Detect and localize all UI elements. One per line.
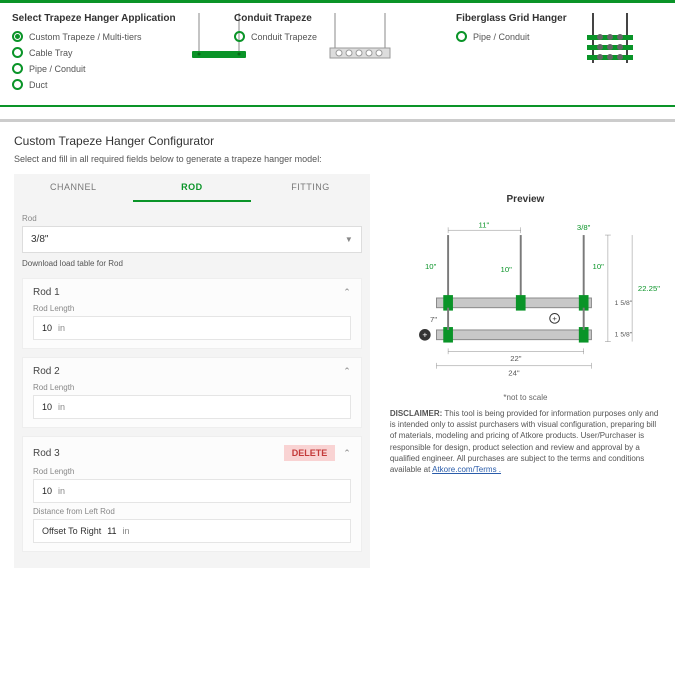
- rod-1-title: Rod 1: [33, 287, 60, 298]
- configurator-title: Custom Trapeze Hanger Configurator: [14, 134, 661, 148]
- rod-2-len-label: Rod Length: [33, 383, 351, 392]
- tab-channel[interactable]: CHANNEL: [14, 174, 133, 202]
- rod-3-title: Rod 3: [33, 448, 60, 459]
- chevron-up-icon[interactable]: ⌃: [343, 366, 351, 377]
- svg-text:22": 22": [510, 354, 522, 363]
- configurator-subtitle: Select and fill in all required fields b…: [14, 154, 661, 164]
- radio-icon: [12, 63, 23, 74]
- rod-2-title: Rod 2: [33, 366, 60, 377]
- radio-pipe-conduit[interactable]: Pipe / Conduit: [12, 63, 176, 74]
- dim-11: 11": [478, 220, 489, 229]
- rod-panel: Rod 3/8" ▼ Download load table for Rod R…: [14, 202, 370, 568]
- right-panel: Preview +: [390, 174, 661, 568]
- svg-text:1 5/8": 1 5/8": [615, 332, 633, 339]
- radio-icon: [12, 79, 23, 90]
- preview-title: Preview: [390, 194, 661, 205]
- preview-diagram: + + 11" 3/8" 10" 10" 10" 7" 1 5/8" 1 5/8…: [390, 213, 661, 383]
- rod-3-dist-label: Distance from Left Rod: [33, 507, 351, 516]
- rod-1-section: Rod 1 ⌃ Rod Length 10in: [22, 278, 362, 349]
- svg-text:24": 24": [508, 368, 520, 377]
- svg-text:22.25": 22.25": [638, 284, 660, 293]
- tab-fitting[interactable]: FITTING: [251, 174, 370, 202]
- radio-duct[interactable]: Duct: [12, 79, 176, 90]
- fiberglass-title: Fiberglass Grid Hanger: [456, 13, 567, 25]
- radio-icon: [234, 31, 245, 42]
- svg-text:+: +: [422, 330, 427, 340]
- rod-select-label: Rod: [22, 214, 362, 223]
- radio-conduit-trapeze[interactable]: Conduit Trapeze: [234, 31, 317, 42]
- radio-fiberglass-pipe[interactable]: Pipe / Conduit: [456, 31, 567, 42]
- fiberglass-column: Fiberglass Grid Hanger Pipe / Conduit: [456, 13, 663, 95]
- dim-38: 3/8": [577, 223, 591, 232]
- rod-select[interactable]: 3/8" ▼: [22, 226, 362, 253]
- disclaimer-text: DISCLAIMER: This tool is being provided …: [390, 408, 661, 475]
- radio-icon: [12, 47, 23, 58]
- rod-select-value: 3/8": [31, 234, 48, 245]
- chevron-up-icon[interactable]: ⌃: [343, 287, 351, 298]
- conduit-illustration: [325, 13, 395, 68]
- svg-text:10": 10": [425, 262, 437, 271]
- download-load-table-link[interactable]: Download load table for Rod: [22, 259, 362, 268]
- trapeze-app-column: Select Trapeze Hanger Application Custom…: [12, 13, 219, 95]
- rod-1-length-input[interactable]: 10in: [33, 316, 351, 340]
- svg-text:+: +: [552, 314, 557, 323]
- chevron-up-icon[interactable]: ⌃: [343, 448, 351, 459]
- rod-3-len-label: Rod Length: [33, 467, 351, 476]
- rod-1-len-label: Rod Length: [33, 304, 351, 313]
- rod-3-offset-input[interactable]: Offset To Right11in: [33, 519, 351, 543]
- rod-2-length-input[interactable]: 10in: [33, 395, 351, 419]
- config-tabs: CHANNEL ROD FITTING: [14, 174, 370, 202]
- main-area: Custom Trapeze Hanger Configurator Selec…: [0, 122, 675, 580]
- svg-text:10": 10": [500, 265, 512, 274]
- radio-icon: [12, 31, 23, 42]
- top-selector-bar: Select Trapeze Hanger Application Custom…: [0, 0, 675, 107]
- rod-3-section: Rod 3 DELETE ⌃ Rod Length 10in Distance f…: [22, 436, 362, 552]
- chevron-down-icon: ▼: [345, 235, 353, 244]
- trapeze-app-title: Select Trapeze Hanger Application: [12, 13, 176, 25]
- rod-2-section: Rod 2 ⌃ Rod Length 10in: [22, 357, 362, 428]
- conduit-trapeze-column: Conduit Trapeze Conduit Trapeze: [234, 13, 441, 95]
- terms-link[interactable]: Atkore.com/Terms .: [432, 465, 501, 474]
- svg-text:7": 7": [430, 315, 437, 324]
- tab-rod[interactable]: ROD: [133, 174, 252, 202]
- svg-text:1 5/8": 1 5/8": [615, 300, 633, 307]
- radio-cable-tray[interactable]: Cable Tray: [12, 47, 176, 58]
- radio-custom-trapeze[interactable]: Custom Trapeze / Multi-tiers: [12, 31, 176, 42]
- fiberglass-illustration: [575, 13, 645, 68]
- radio-icon: [456, 31, 467, 42]
- scale-note: *not to scale: [390, 393, 661, 402]
- rod-3-length-input[interactable]: 10in: [33, 479, 351, 503]
- svg-text:10": 10": [592, 262, 604, 271]
- left-panel: CHANNEL ROD FITTING Rod 3/8" ▼ Download …: [14, 174, 370, 568]
- delete-button[interactable]: DELETE: [284, 445, 336, 461]
- conduit-title: Conduit Trapeze: [234, 13, 317, 25]
